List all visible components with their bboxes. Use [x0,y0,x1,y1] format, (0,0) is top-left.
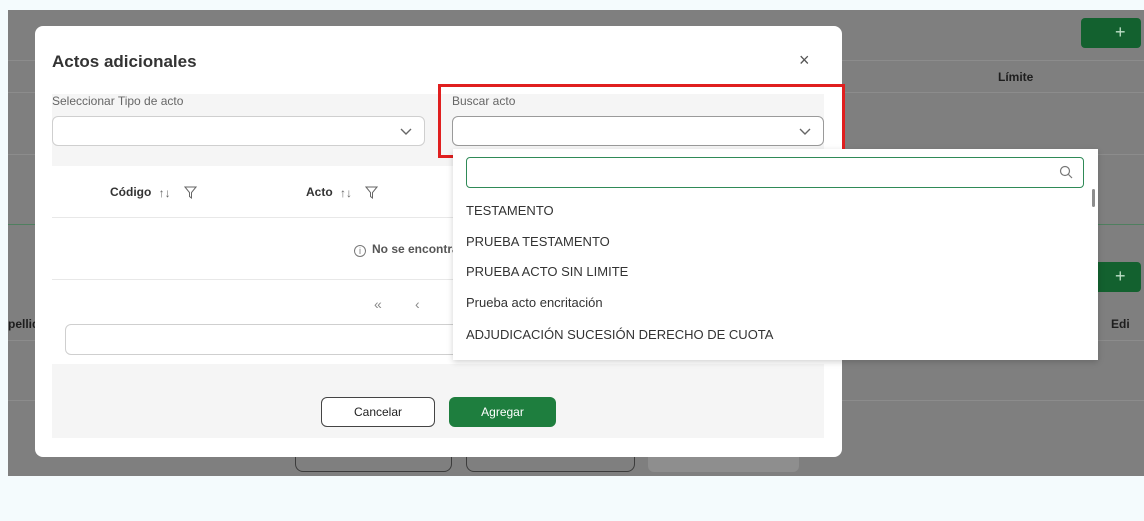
pager-first-button[interactable]: « [374,296,382,312]
info-icon: i [354,245,366,257]
sort-icon[interactable]: ↑↓ [159,186,171,200]
add-button[interactable]: Agregar [449,397,556,427]
column-header-acto[interactable]: Acto ↑↓ [306,185,379,200]
text-input[interactable] [65,324,485,355]
sort-icon[interactable]: ↑↓ [340,186,352,200]
bg-edit-header: Edi [1111,317,1130,331]
dropdown-search-input[interactable] [466,157,1084,188]
empty-message: i No se encontra [354,242,459,257]
filter-icon[interactable] [184,186,198,200]
column-label: Código [110,185,152,199]
column-header-codigo[interactable]: Código ↑↓ [110,185,198,200]
tipo-acto-select[interactable] [52,116,425,146]
dropdown-option[interactable]: ADJUDICACIÓN SUCESIÓN DERECHO DE CUOTA [466,327,773,342]
dropdown-option[interactable]: PRUEBA TESTAMENTO [466,234,610,249]
footer-panel [52,364,824,438]
column-label: Acto [306,185,333,199]
close-icon[interactable]: × [799,50,815,70]
buscar-acto-dropdown: TESTAMENTO PRUEBA TESTAMENTO PRUEBA ACTO… [453,149,1098,360]
tipo-acto-label: Seleccionar Tipo de acto [52,94,184,108]
highlight-box [438,84,845,158]
filter-icon[interactable] [365,186,379,200]
search-icon [1059,165,1073,179]
dropdown-option[interactable]: PRUEBA ACTO SIN LIMITE [466,264,628,279]
chevron-down-icon [400,128,412,135]
pager-prev-button[interactable]: ‹ [415,296,420,312]
empty-message-text: No se encontra [372,242,459,256]
modal-title: Actos adicionales [52,52,197,71]
bg-limit-header: Límite [998,70,1034,84]
bg-add-button: + [1081,18,1141,48]
dropdown-scrollbar[interactable] [1092,189,1095,207]
dropdown-option[interactable]: Prueba acto encritación [466,295,603,310]
cancel-button[interactable]: Cancelar [321,397,435,427]
dropdown-option[interactable]: TESTAMENTO [466,203,554,218]
